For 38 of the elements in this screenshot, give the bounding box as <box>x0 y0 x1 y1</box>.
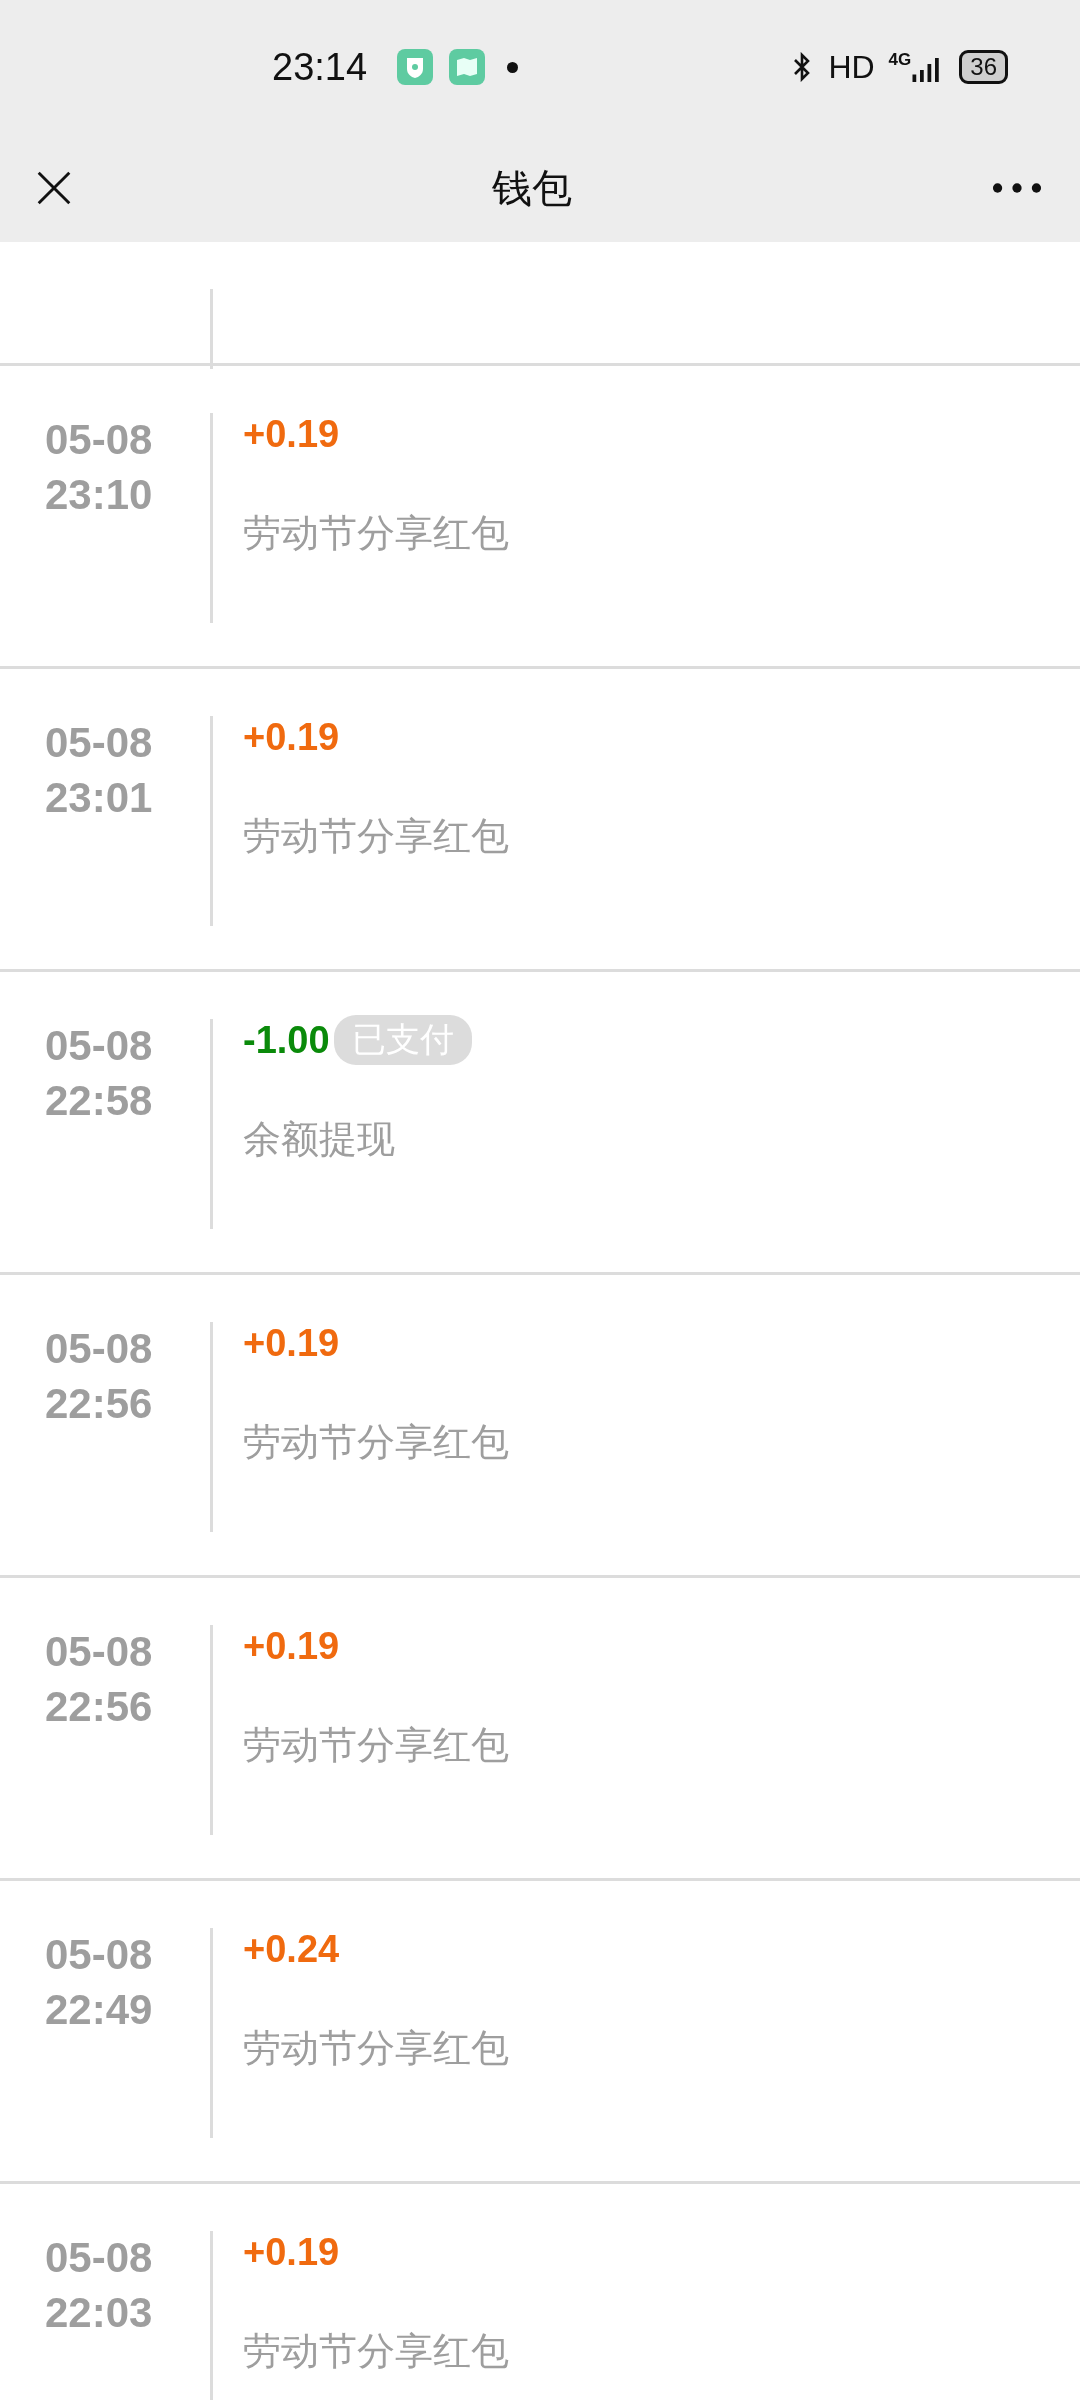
record-date: 05-08 <box>45 1627 153 1677</box>
record-time: 22:56 <box>45 1682 153 1732</box>
page-title: 钱包 <box>492 164 572 212</box>
record-time: 22:03 <box>45 2288 153 2338</box>
record-description: 劳动节分享红包 <box>243 2026 509 2071</box>
record-description: 劳动节分享红包 <box>243 814 509 859</box>
amount: +0.19 <box>243 1624 340 1668</box>
amount: +0.19 <box>243 2230 340 2274</box>
battery-indicator: 36 <box>959 50 1008 84</box>
record-date: 05-08 <box>45 718 153 768</box>
record-date: 05-08 <box>45 1021 153 1071</box>
network-label: HD <box>828 48 875 86</box>
record-description: 劳动节分享红包 <box>243 2329 509 2374</box>
record-date: 05-08 <box>45 2233 153 2283</box>
record-date: 05-08 <box>45 415 153 465</box>
more-icon[interactable] <box>992 182 1042 194</box>
record-description: 劳动节分享红包 <box>243 1723 509 1768</box>
record-time: 22:56 <box>45 1379 153 1429</box>
record-date: 05-08 <box>45 1324 153 1374</box>
notification-dot <box>507 61 519 73</box>
signal-indicator: 4G <box>888 51 942 83</box>
record-time: 22:49 <box>45 1985 153 2035</box>
amount: +0.19 <box>243 1321 340 1365</box>
shield-app-icon <box>397 49 434 85</box>
record-time: 23:10 <box>45 470 153 520</box>
map-app-icon <box>449 49 486 85</box>
record-date: 05-08 <box>45 1930 153 1980</box>
amount: +0.19 <box>243 412 340 456</box>
record-description: 劳动节分享红包 <box>243 511 509 556</box>
record-description: 余额提现 <box>243 1117 395 1162</box>
amount: +0.19 <box>243 715 340 759</box>
record-time: 22:58 <box>45 1076 153 1126</box>
amount: +0.24 <box>243 1927 340 1971</box>
close-icon[interactable] <box>36 170 72 206</box>
amount: -1.00 <box>243 1018 330 1062</box>
record-description: 劳动节分享红包 <box>243 1420 509 1465</box>
status-time: 23:14 <box>272 45 368 89</box>
record-time: 23:01 <box>45 773 153 823</box>
